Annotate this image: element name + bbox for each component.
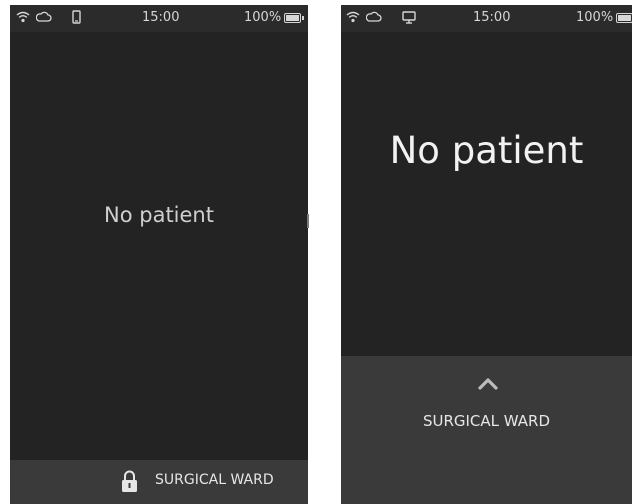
right-device-screen: 15:00 100% No patient SURGICAL WARD [341,5,632,504]
battery-indicator: 100% [576,10,632,25]
phone-icon [72,10,82,28]
lock-icon[interactable] [121,469,138,497]
status-bar: 15:00 100% [341,5,632,32]
no-patient-label: No patient [389,129,584,172]
status-bar: 15:00 100% [10,5,308,32]
no-patient-label: No patient [104,203,214,227]
chevron-up-icon[interactable] [477,375,499,394]
cloud-icon [35,11,52,27]
battery-indicator: 100% [244,10,305,25]
ward-panel[interactable]: SURGICAL WARD [341,356,632,504]
wifi-icon [16,11,30,27]
status-time: 15:00 [142,10,180,25]
ward-name: SURGICAL WARD [155,472,274,488]
ward-bar[interactable]: SURGICAL WARD [10,460,308,504]
cloud-icon [365,11,382,27]
battery-percent: 100% [244,10,282,25]
status-time: 15:00 [473,10,511,25]
ward-name: SURGICAL WARD [422,412,551,430]
divider-mark [307,214,309,228]
battery-icon [284,12,305,23]
wifi-icon [346,11,360,27]
battery-percent: 100% [576,10,614,25]
battery-icon [616,12,632,23]
left-device-screen: 15:00 100% No patient SURGICAL WARD [10,5,308,504]
monitor-icon [402,11,416,28]
